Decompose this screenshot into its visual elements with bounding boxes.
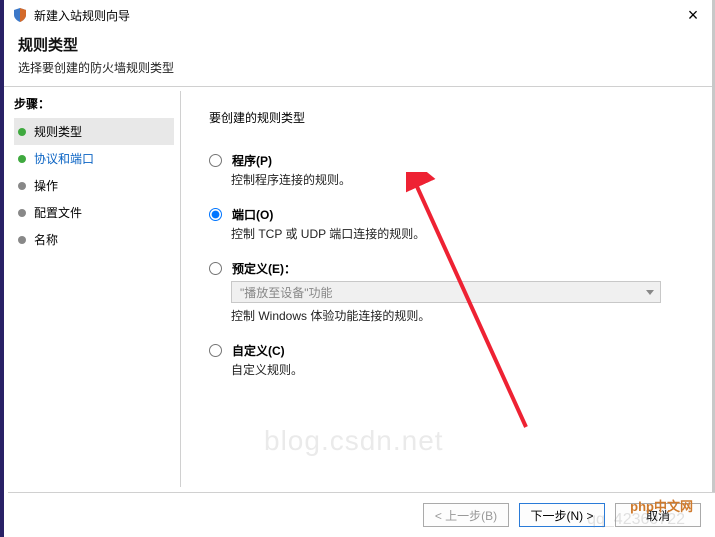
option-program-desc: 控制程序连接的规则。 xyxy=(231,171,691,188)
option-port-desc: 控制 TCP 或 UDP 端口连接的规则。 xyxy=(231,225,691,242)
steps-sidebar: 步骤： 规则类型 协议和端口 操作 配置文件 名称 xyxy=(4,87,180,487)
bullet-icon xyxy=(18,209,26,217)
window-title: 新建入站规则向导 xyxy=(34,7,681,24)
main-prompt: 要创建的规则类型 xyxy=(209,109,691,126)
cancel-button[interactable]: 取消 xyxy=(615,503,701,527)
predefined-dropdown[interactable]: "播放至设备"功能 xyxy=(231,281,661,303)
option-predefined: 预定义(E)： "播放至设备"功能 控制 Windows 体验功能连接的规则。 xyxy=(209,260,691,324)
step-label: 配置文件 xyxy=(34,204,82,221)
option-port-label: 端口(O) xyxy=(232,206,273,223)
bullet-icon xyxy=(18,155,26,163)
bullet-icon xyxy=(18,236,26,244)
option-custom: 自定义(C) 自定义规则。 xyxy=(209,342,691,378)
wizard-header: 规则类型 选择要创建的防火墙规则类型 xyxy=(4,28,715,86)
step-profile[interactable]: 配置文件 xyxy=(14,199,174,226)
radio-port[interactable] xyxy=(209,208,222,221)
step-action[interactable]: 操作 xyxy=(14,172,174,199)
option-port-row[interactable]: 端口(O) xyxy=(209,206,691,223)
step-label: 名称 xyxy=(34,231,58,248)
radio-program[interactable] xyxy=(209,154,222,167)
step-name[interactable]: 名称 xyxy=(14,226,174,253)
close-button[interactable]: × xyxy=(681,7,705,23)
step-rule-type[interactable]: 规则类型 xyxy=(14,118,174,145)
page-title: 规则类型 xyxy=(18,34,701,55)
option-program-label: 程序(P) xyxy=(232,152,272,169)
titlebar: 新建入站规则向导 × xyxy=(4,0,715,28)
option-custom-row[interactable]: 自定义(C) xyxy=(209,342,691,359)
step-label: 操作 xyxy=(34,177,58,194)
step-protocol-port[interactable]: 协议和端口 xyxy=(14,145,174,172)
option-custom-label: 自定义(C) xyxy=(232,342,285,359)
step-label: 协议和端口 xyxy=(34,150,94,167)
option-predefined-label: 预定义(E)： xyxy=(232,260,296,277)
next-button[interactable]: 下一步(N) > xyxy=(519,503,605,527)
radio-custom[interactable] xyxy=(209,344,222,357)
option-predefined-desc: 控制 Windows 体验功能连接的规则。 xyxy=(231,307,691,324)
back-button[interactable]: < 上一步(B) xyxy=(423,503,509,527)
step-label: 规则类型 xyxy=(34,123,82,140)
option-program: 程序(P) 控制程序连接的规则。 xyxy=(209,152,691,188)
footer-buttons: < 上一步(B) 下一步(N) > 取消 xyxy=(8,492,715,537)
page-subtitle: 选择要创建的防火墙规则类型 xyxy=(18,59,701,76)
main-panel: 要创建的规则类型 程序(P) 控制程序连接的规则。 端口(O) 控制 TCP 或… xyxy=(181,87,715,487)
option-custom-desc: 自定义规则。 xyxy=(231,361,691,378)
option-predefined-row[interactable]: 预定义(E)： xyxy=(209,260,691,277)
option-program-row[interactable]: 程序(P) xyxy=(209,152,691,169)
shield-icon xyxy=(12,7,28,23)
radio-predefined[interactable] xyxy=(209,262,222,275)
option-port: 端口(O) 控制 TCP 或 UDP 端口连接的规则。 xyxy=(209,206,691,242)
bullet-icon xyxy=(18,182,26,190)
steps-title: 步骤： xyxy=(14,95,174,112)
bullet-icon xyxy=(18,128,26,136)
